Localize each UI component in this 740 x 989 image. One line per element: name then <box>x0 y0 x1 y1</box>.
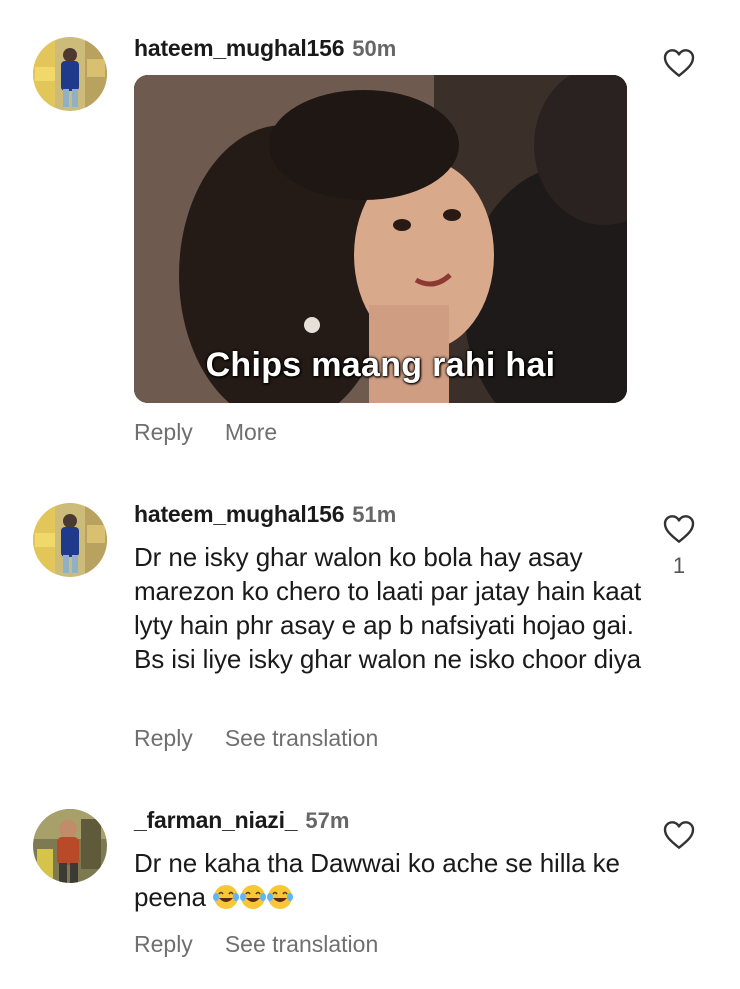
username[interactable]: hateem_mughal156 <box>134 35 344 61</box>
comment-item: hateem_mughal156 50m Chips maang rahi hai… <box>0 0 740 460</box>
comment-actions: Reply See translation <box>134 724 378 752</box>
heart-outline-icon[interactable] <box>663 514 695 544</box>
heart-outline-icon[interactable] <box>663 48 695 78</box>
gif-caption: Chips maang rahi hai <box>205 346 556 384</box>
more-button[interactable]: More <box>225 419 277 445</box>
comment-header: _farman_niazi_ 57m <box>134 806 349 835</box>
avatar-image <box>33 503 107 577</box>
username[interactable]: _farman_niazi_ <box>134 807 298 833</box>
avatar[interactable] <box>33 37 107 111</box>
timestamp: 51m <box>352 502 397 527</box>
comment-text: Dr ne kaha tha Dawwai ko ache se hilla k… <box>134 846 654 914</box>
reply-button[interactable]: Reply <box>134 419 193 445</box>
face-with-tears-of-joy-emoji <box>239 885 266 909</box>
avatar[interactable] <box>33 809 107 883</box>
comment-actions: Reply See translation <box>134 930 378 958</box>
avatar-image <box>33 809 107 883</box>
see-translation-button[interactable]: See translation <box>225 931 378 957</box>
see-translation-button[interactable]: See translation <box>225 725 378 751</box>
reply-button[interactable]: Reply <box>134 725 193 751</box>
username[interactable]: hateem_mughal156 <box>134 501 344 527</box>
comment-text: Dr ne isky ghar walon ko bola hay asay m… <box>134 542 642 674</box>
avatar[interactable] <box>33 503 107 577</box>
comment-header: hateem_mughal156 51m <box>134 500 396 529</box>
face-with-tears-of-joy-emoji <box>212 885 239 909</box>
heart-outline-icon[interactable] <box>663 820 695 850</box>
comment-item: _farman_niazi_ 57m Dr ne kaha tha Dawwai … <box>0 780 740 989</box>
timestamp: 57m <box>305 808 350 833</box>
avatar-image <box>33 37 107 111</box>
comment-item: hateem_mughal156 51m Dr ne isky ghar walo… <box>0 460 740 780</box>
face-with-tears-of-joy-emoji <box>266 885 293 909</box>
like-count: 1 <box>672 553 686 578</box>
emoji-group <box>212 882 294 912</box>
comment-actions: Reply More <box>134 418 277 446</box>
comment-text-content: Dr ne kaha tha Dawwai ko ache se hilla k… <box>134 848 620 912</box>
reply-button[interactable]: Reply <box>134 931 193 957</box>
timestamp: 50m <box>352 36 397 61</box>
comment-header: hateem_mughal156 50m <box>134 34 396 63</box>
gif-attachment[interactable]: Chips maang rahi hai <box>134 75 627 403</box>
